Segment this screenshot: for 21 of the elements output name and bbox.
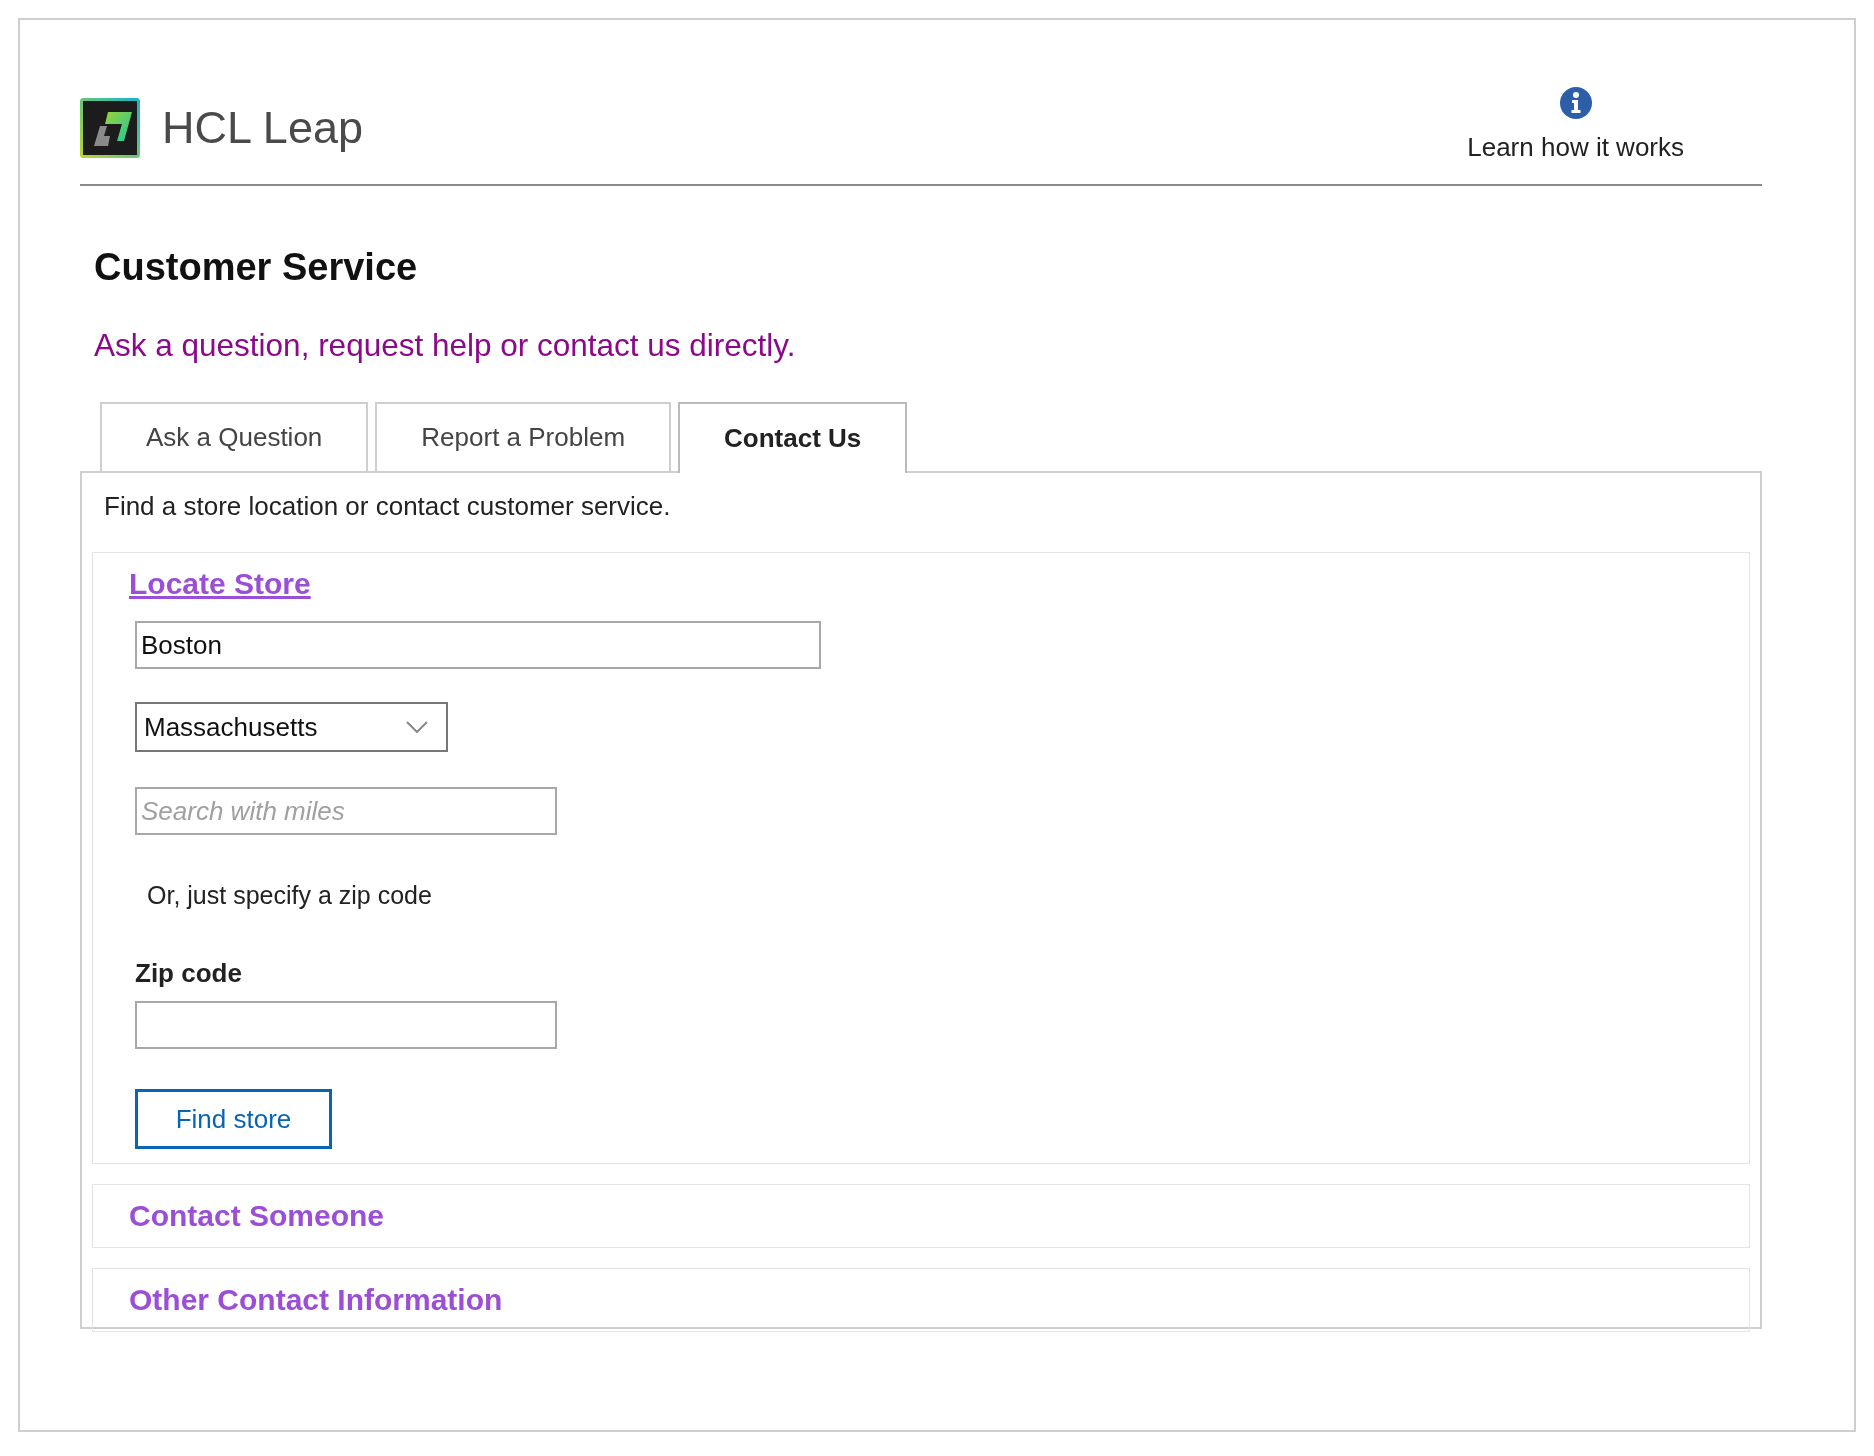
- help-link[interactable]: Learn how it works: [1467, 86, 1684, 163]
- section-link[interactable]: Locate Store: [129, 567, 311, 601]
- section-link[interactable]: Other Contact Information: [129, 1283, 503, 1317]
- panel-description: Find a store location or contact customer service.: [104, 491, 672, 522]
- page-title: Customer Service: [94, 246, 419, 289]
- tab[interactable]: Contact Us: [678, 402, 908, 473]
- state-dropdown[interactable]: Massachusetts: [135, 702, 448, 752]
- section-link[interactable]: Contact Someone: [129, 1199, 385, 1233]
- find-store-button[interactable]: Find store: [135, 1089, 332, 1149]
- text-field[interactable]: Boston: [135, 621, 821, 669]
- field-label: Zip code: [135, 958, 242, 989]
- page-subtitle: Ask a question, request help or contact us directly.: [94, 327, 797, 364]
- text-field[interactable]: Search with miles: [135, 787, 557, 835]
- tab[interactable]: Report a Problem: [375, 402, 672, 471]
- tab[interactable]: Ask a Question: [100, 402, 369, 471]
- chevron-down-icon: [406, 721, 428, 733]
- logo-icon: [80, 98, 140, 158]
- text-field[interactable]: [135, 1001, 557, 1049]
- brand-name: HCL Leap: [162, 102, 363, 154]
- hint-text: Or, just specify a zip code: [147, 881, 432, 910]
- info-icon: [1558, 86, 1593, 120]
